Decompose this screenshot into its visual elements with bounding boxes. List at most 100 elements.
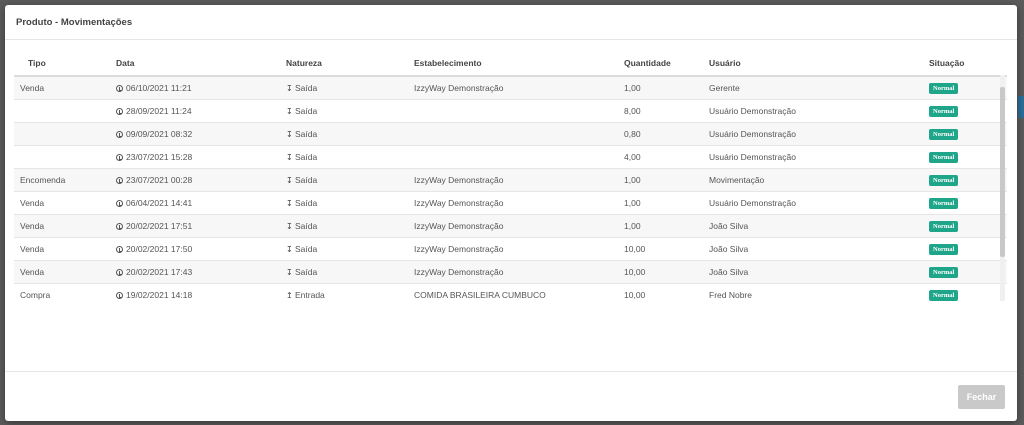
cell-usuario: Movimentação xyxy=(709,168,929,192)
clock-icon xyxy=(116,223,123,230)
cell-quantidade: 10,00 xyxy=(624,260,709,284)
cell-estabelecimento: IzzyWay Demonstração xyxy=(414,260,624,284)
table-row[interactable]: 09/09/2021 08:32 ↧ Saída 0,80 Usuário Demons… xyxy=(14,122,1007,146)
cell-natureza-text: Saída xyxy=(295,221,318,231)
arrow-up-icon: ↥ xyxy=(286,291,293,300)
clock-icon xyxy=(116,85,123,92)
cell-estabelecimento: IzzyWay Demonstração xyxy=(414,168,624,192)
cell-natureza: ↧ Saída xyxy=(286,122,414,146)
cell-data: 20/02/2021 17:43 xyxy=(116,260,286,284)
cell-quantidade: 8,00 xyxy=(624,99,709,123)
table-row[interactable]: 23/07/2021 15:28 ↧ Saída 4,00 Usuário Demons… xyxy=(14,145,1007,169)
header-estabelecimento[interactable]: Estabelecimento xyxy=(414,51,624,77)
cell-tipo xyxy=(14,122,116,146)
cell-situacao: Normal xyxy=(929,191,1007,215)
cell-quantidade: 1,00 xyxy=(624,191,709,215)
table-row[interactable]: Venda 06/10/2021 11:21 ↧ Saída IzzyWay Demon… xyxy=(14,75,1007,100)
cell-usuario: Usuário Demonstração xyxy=(709,122,929,146)
cell-estabelecimento xyxy=(414,99,624,123)
cell-estabelecimento: COMIDA BRASILEIRA CUMBUCO xyxy=(414,283,624,301)
clock-icon xyxy=(116,108,123,115)
header-quantidade[interactable]: Quantidade xyxy=(624,51,709,77)
cell-estabelecimento: IzzyWay Demonstração xyxy=(414,214,624,238)
cell-usuario: Gerente xyxy=(709,75,929,100)
close-button[interactable]: Fechar xyxy=(958,385,1005,409)
cell-natureza: ↧ Saída xyxy=(286,260,414,284)
status-badge: Normal xyxy=(929,198,959,209)
arrow-down-icon: ↧ xyxy=(286,176,293,185)
cell-data-text: 23/07/2021 00:28 xyxy=(126,175,193,185)
cell-tipo: Venda xyxy=(14,214,116,238)
table-row[interactable]: Venda 20/02/2021 17:50 ↧ Saída IzzyWay Demon… xyxy=(14,237,1007,261)
arrow-down-icon: ↧ xyxy=(286,84,293,93)
arrow-down-icon: ↧ xyxy=(286,130,293,139)
cell-natureza-text: Saída xyxy=(295,244,318,254)
cell-natureza-text: Saída xyxy=(295,175,318,185)
table-row[interactable]: Compra 19/02/2021 14:18 ↥ Entrada COMIDA BRA… xyxy=(14,283,1007,301)
cell-data-text: 23/07/2021 15:28 xyxy=(126,152,193,162)
status-badge: Normal xyxy=(929,290,959,301)
scrollbar-thumb[interactable] xyxy=(1000,87,1005,257)
cell-natureza: ↧ Saída xyxy=(286,168,414,192)
cell-tipo: Venda xyxy=(14,237,116,261)
table-scrollbar[interactable] xyxy=(1000,75,1005,301)
cell-usuario: João Silva xyxy=(709,260,929,284)
cell-natureza: ↧ Saída xyxy=(286,237,414,261)
cell-natureza-text: Saída xyxy=(295,152,318,162)
table-row[interactable]: Venda 20/02/2021 17:43 ↧ Saída IzzyWay Demon… xyxy=(14,260,1007,284)
cell-quantidade: 1,00 xyxy=(624,214,709,238)
arrow-down-icon: ↧ xyxy=(286,107,293,116)
arrow-down-icon: ↧ xyxy=(286,153,293,162)
cell-natureza-text: Entrada xyxy=(295,290,325,300)
header-usuario[interactable]: Usuário xyxy=(709,51,929,77)
header-data[interactable]: Data xyxy=(116,51,286,77)
cell-data: 28/09/2021 11:24 xyxy=(116,99,286,123)
cell-estabelecimento: IzzyWay Demonstração xyxy=(414,237,624,261)
cell-natureza-text: Saída xyxy=(295,198,318,208)
clock-icon xyxy=(116,269,123,276)
cell-data: 23/07/2021 00:28 xyxy=(116,168,286,192)
cell-quantidade: 4,00 xyxy=(624,145,709,169)
cell-data-text: 06/10/2021 11:21 xyxy=(126,83,192,93)
table-header-row: Tipo Data Natureza Estabelecimento Quant… xyxy=(14,51,1007,77)
cell-situacao: Normal xyxy=(929,99,1007,123)
clock-icon xyxy=(116,200,123,207)
cell-data-text: 20/02/2021 17:51 xyxy=(126,221,193,231)
cell-natureza: ↥ Entrada xyxy=(286,283,414,301)
cell-tipo: Venda xyxy=(14,191,116,215)
arrow-down-icon: ↧ xyxy=(286,245,293,254)
cell-data: 09/09/2021 08:32 xyxy=(116,122,286,146)
cell-situacao: Normal xyxy=(929,145,1007,169)
cell-tipo: Venda xyxy=(14,260,116,284)
cell-data: 23/07/2021 15:28 xyxy=(116,145,286,169)
cell-estabelecimento xyxy=(414,122,624,146)
table-row[interactable]: Venda 06/04/2021 14:41 ↧ Saída IzzyWay Demon… xyxy=(14,191,1007,215)
cell-data: 19/02/2021 14:18 xyxy=(116,283,286,301)
cell-situacao: Normal xyxy=(929,75,1007,100)
header-tipo[interactable]: Tipo xyxy=(14,51,116,77)
cell-tipo: Venda xyxy=(14,75,116,100)
status-badge: Normal xyxy=(929,221,959,232)
header-natureza[interactable]: Natureza xyxy=(286,51,414,77)
status-badge: Normal xyxy=(929,244,959,255)
clock-icon xyxy=(116,154,123,161)
cell-usuario: Usuário Demonstração xyxy=(709,99,929,123)
cell-estabelecimento: IzzyWay Demonstração xyxy=(414,191,624,215)
cell-quantidade: 10,00 xyxy=(624,237,709,261)
clock-icon xyxy=(116,177,123,184)
table-row[interactable]: Encomenda 23/07/2021 00:28 ↧ Saída IzzyWay D… xyxy=(14,168,1007,192)
cell-data-text: 20/02/2021 17:43 xyxy=(126,267,193,277)
table-row[interactable]: Venda 20/02/2021 17:51 ↧ Saída IzzyWay Demon… xyxy=(14,214,1007,238)
cell-situacao: Normal xyxy=(929,122,1007,146)
cell-tipo xyxy=(14,145,116,169)
header-situacao[interactable]: Situação xyxy=(929,51,1007,77)
cell-data-text: 06/04/2021 14:41 xyxy=(126,198,193,208)
cell-usuario: Usuário Demonstração xyxy=(709,145,929,169)
movements-table: Tipo Data Natureza Estabelecimento Quant… xyxy=(14,51,1007,301)
cell-natureza-text: Saída xyxy=(295,83,318,93)
cell-tipo: Compra xyxy=(14,283,116,301)
background-page-edge xyxy=(1018,96,1024,118)
table-row[interactable]: 28/09/2021 11:24 ↧ Saída 8,00 Usuário Demons… xyxy=(14,99,1007,123)
cell-situacao: Normal xyxy=(929,237,1007,261)
cell-quantidade: 1,00 xyxy=(624,168,709,192)
